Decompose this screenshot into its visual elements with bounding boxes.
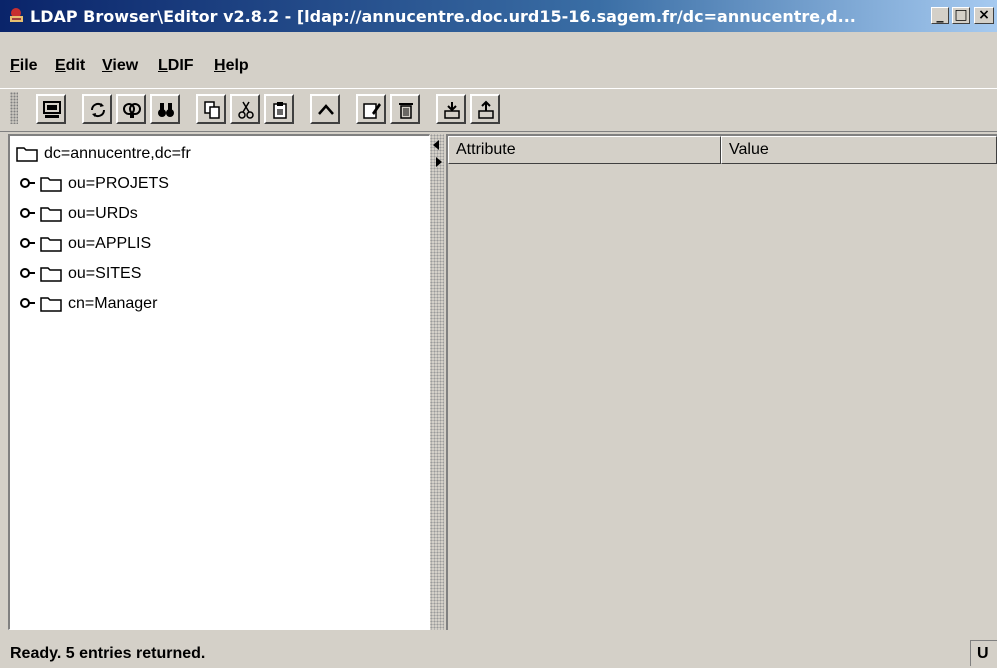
menu-ldif[interactable]: LDIF [158, 57, 194, 75]
go-up-button[interactable] [310, 94, 340, 124]
window-title: LDAP Browser\Editor v2.8.2 - [ldap://ann… [30, 7, 856, 26]
expand-handle-icon[interactable] [20, 207, 36, 219]
folder-icon [40, 177, 62, 192]
column-header-value[interactable]: Value [721, 136, 997, 164]
edit-button[interactable] [356, 94, 386, 124]
expand-handle-icon[interactable] [20, 177, 36, 189]
import-icon [478, 100, 494, 119]
split-pane-divider[interactable] [430, 134, 444, 630]
copy-icon [204, 101, 220, 119]
menu-view[interactable]: View [102, 57, 138, 75]
edit-icon [363, 103, 381, 119]
chevron-up-icon [318, 104, 334, 115]
search-icon [123, 103, 141, 118]
collapse-right-arrow-icon[interactable] [436, 157, 442, 167]
export-icon [444, 102, 460, 119]
column-header-attribute[interactable]: Attribute [448, 136, 721, 164]
expand-handle-icon[interactable] [20, 237, 36, 249]
folder-icon [40, 207, 62, 222]
tree-panel[interactable]: dc=annucentre,dc=fr ou=PROJETS ou=URDs o… [8, 134, 430, 630]
collapse-left-arrow-icon[interactable] [433, 140, 439, 150]
clipboard-icon [273, 102, 287, 119]
expand-handle-icon[interactable] [20, 297, 36, 309]
scissors-icon [238, 101, 254, 119]
find-button[interactable] [150, 94, 180, 124]
refresh-icon [90, 102, 106, 118]
minimize-button[interactable]: _ [931, 7, 949, 24]
binoculars-icon [158, 103, 174, 117]
delete-button[interactable] [390, 94, 420, 124]
folder-icon [40, 237, 62, 252]
toolbar-grip[interactable] [10, 92, 18, 124]
cut-button[interactable] [230, 94, 260, 124]
paste-button[interactable] [264, 94, 294, 124]
folder-icon [40, 267, 62, 282]
attribute-table[interactable] [446, 134, 997, 630]
copy-button[interactable] [196, 94, 226, 124]
status-indicator: U [970, 640, 997, 666]
maximize-button[interactable]: □ [952, 7, 970, 24]
import-button[interactable] [470, 94, 500, 124]
menu-help[interactable]: Help [214, 57, 249, 75]
menu-edit[interactable]: Edit [55, 57, 85, 75]
title-bar[interactable]: LDAP Browser\Editor v2.8.2 - [ldap://ann… [0, 0, 997, 32]
folder-icon [16, 147, 38, 162]
close-button[interactable]: × [974, 7, 994, 24]
refresh-button[interactable] [82, 94, 112, 124]
status-message: Ready. 5 entries returned. [10, 645, 206, 662]
connect-button[interactable] [36, 94, 66, 124]
search-button[interactable] [116, 94, 146, 124]
computer-icon [43, 101, 61, 118]
expand-handle-icon[interactable] [20, 267, 36, 279]
app-icon [10, 8, 23, 22]
export-button[interactable] [436, 94, 466, 124]
menu-file[interactable]: File [10, 57, 38, 75]
trash-icon [399, 103, 413, 119]
folder-icon [40, 297, 62, 312]
